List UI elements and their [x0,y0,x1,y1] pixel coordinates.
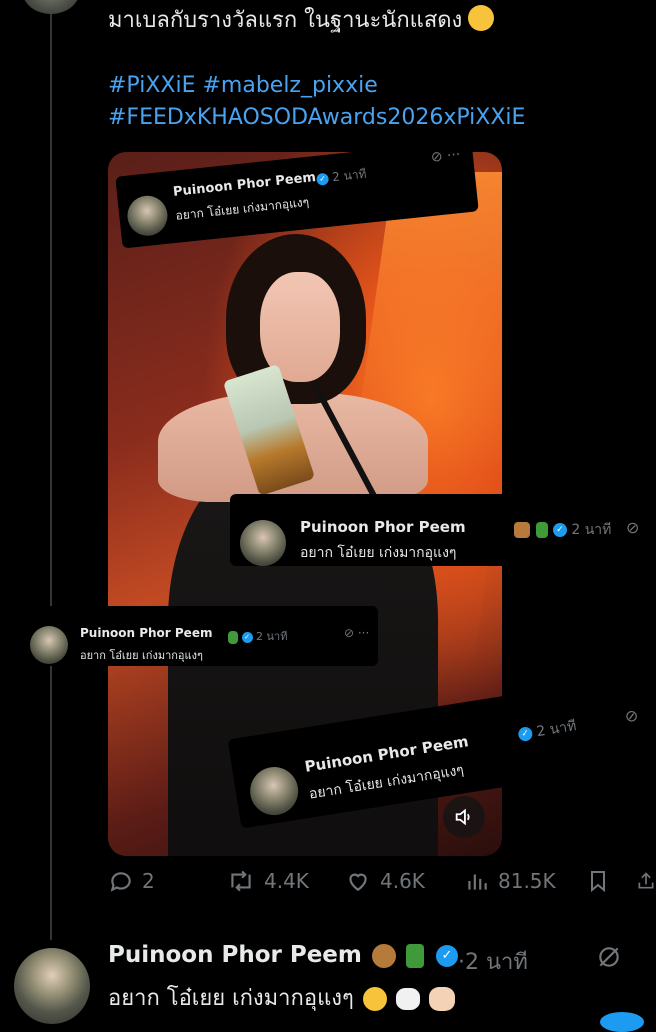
battery-emoji [228,630,238,644]
white-heart-emoji [395,988,420,1010]
card-time: 2 นาที [256,630,288,643]
hashtags: #PiXXiE #mabelz_pixxie #FEEDxKHAOSODAwar… [108,70,648,134]
action-bar: 2 4.4K 4.6K 81.5K [108,868,656,904]
verified-icon: ✓ [315,172,330,186]
card-time: 2 นาที [535,718,578,741]
monkey-emoji [371,943,396,968]
grok-icon: ⊘ ··· [430,146,462,166]
view-count: 81.5K [498,869,556,893]
reply-meta: ·2 นาที [458,950,528,975]
monkey-emoji [514,522,530,538]
grok-icon: ⊘ [626,518,640,537]
mute-icon [455,808,470,826]
overlay-card: Puinoon Phor Peem ✓ 2 นาที ⊘ ··· อยาก โอ… [26,606,378,666]
card-name: Puinoon Phor Peem [300,518,466,536]
grok-icon: ⊘ [623,705,640,727]
post-body: มาเบลกับรางวัลแรก ในฐานะนักแสดง [108,8,463,33]
comment-icon [110,872,131,892]
share-button[interactable] [636,868,656,894]
hashtag-line-2[interactable]: #FEEDxKHAOSODAwards2026xPiXXiE [108,102,648,134]
card-text: อยาก โอ๋เยย เก่งมากอุแงๆ [80,649,203,662]
repost-icon [231,870,251,892]
post-text: มาเบลกับรางวัลแรก ในฐานะนักแสดง [108,4,648,38]
bookmark-button[interactable] [586,868,610,894]
pleading-face-emoji [468,5,495,31]
verified-icon: ✓ [435,944,458,967]
reply-author[interactable]: Puinoon Phor Peem ✓ [108,942,458,968]
card-text: อยาก โอ๋เยย เก่งมากอุแงๆ [174,194,310,223]
mute-button[interactable] [443,796,485,838]
card-avatar [30,626,68,664]
overlay-card: Puinoon Phor Peem ✓ 2 นาที ⊘ อยาก โอ๋เยย… [230,494,656,566]
reply-time: 2 นาที [465,950,528,975]
pleading-face-emoji [362,987,387,1011]
author-avatar[interactable] [22,0,80,14]
repost-count: 4.4K [264,869,309,893]
compose-button-edge[interactable] [600,1012,644,1032]
thread-line [50,0,52,940]
verified-icon: ✓ [517,726,534,743]
card-text: อยาก โอ๋เยย เก่งมากอุแงๆ [300,545,457,561]
card-avatar [240,520,286,566]
battery-emoji [536,522,549,538]
clapping-emoji [428,987,455,1011]
like-button[interactable]: 4.6K [344,868,425,894]
grok-icon: ⊘ ··· [344,626,370,640]
verified-icon: ✓ [552,523,567,537]
reply-count: 2 [142,869,155,893]
reply-text: อยาก โอ๋เยย เก่งมากอุแงๆ [108,986,354,1011]
share-icon [638,872,654,889]
like-count: 4.6K [380,869,425,893]
repost-button[interactable]: 4.4K [226,868,309,894]
like-icon [349,873,367,891]
views-button[interactable]: 81.5K [464,868,556,894]
views-icon [468,874,487,890]
card-time: 2 นาที [331,166,368,185]
card-avatar [246,763,302,819]
card-time: 2 นาที [571,522,612,538]
verified-icon: ✓ [241,631,253,643]
grok-icon[interactable] [596,944,622,970]
bookmark-icon [591,871,605,893]
reply-name: Puinoon Phor Peem [108,942,362,968]
reply-body: อยาก โอ๋เยย เก่งมากอุแงๆ [108,980,455,1015]
reply-button[interactable]: 2 [108,868,155,894]
card-name: Puinoon Phor Peem [80,626,213,640]
card-avatar [125,193,170,238]
reply-avatar[interactable] [14,948,90,1024]
battery-emoji [405,943,424,968]
hashtag-line-1[interactable]: #PiXXiE #mabelz_pixxie [108,70,648,102]
